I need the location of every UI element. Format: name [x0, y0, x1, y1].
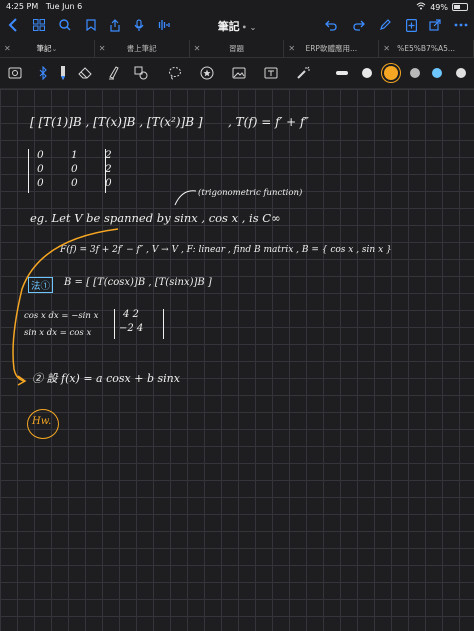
nav-bar: 筆記 • ⌄ [0, 14, 474, 38]
document-title[interactable]: 筆記 • ⌄ [200, 18, 274, 34]
grid-view-icon[interactable] [30, 16, 48, 34]
pen-tool-icon[interactable] [54, 64, 72, 82]
close-icon[interactable]: ✕ [4, 44, 11, 53]
scan-document-icon[interactable] [6, 64, 24, 82]
tab-exercises[interactable]: ✕ 習題 [190, 40, 285, 57]
wifi-icon [416, 2, 426, 12]
color-cyan-swatch[interactable] [432, 68, 442, 78]
undo-icon[interactable] [322, 16, 340, 34]
color-orange-swatch[interactable] [384, 66, 398, 80]
highlighter-icon[interactable] [104, 64, 122, 82]
status-date: Tue Jun 6 [45, 2, 83, 11]
note-canvas[interactable]: [ [T(1)]B , [T(x)]B , [T(x²)]B ] , T(f) … [0, 89, 474, 631]
edit-pen-icon[interactable] [376, 16, 394, 34]
share-icon[interactable] [106, 16, 124, 34]
homework-label: Hw. [32, 416, 52, 427]
tab-notes[interactable]: ✕ 筆記 ⌄ [0, 40, 95, 57]
color-gray-swatch[interactable] [410, 68, 420, 78]
tab-book-notes[interactable]: ✕ 書上筆記 [95, 40, 190, 57]
export-icon[interactable] [426, 16, 444, 34]
tab-encoded-file[interactable]: ✕ %E5%B7%A5... [379, 40, 474, 57]
chevron-down-icon: • ⌄ [241, 23, 257, 32]
chevron-down-icon: ⌄ [51, 44, 58, 53]
homework-marker: Hw. [27, 409, 59, 439]
color-light-swatch[interactable] [456, 68, 466, 78]
orange-arrow-annotation [12, 190, 197, 386]
eraser-icon[interactable] [76, 64, 94, 82]
sticker-icon[interactable] [198, 64, 216, 82]
redo-icon[interactable] [350, 16, 368, 34]
close-icon[interactable]: ✕ [99, 44, 106, 53]
tab-strip: ✕ 筆記 ⌄ ✕ 書上筆記 ✕ 習題 ✕ ERP軟體應用... ✕ %E5%B7%… [0, 40, 474, 58]
close-icon[interactable]: ✕ [194, 44, 201, 53]
audio-waveform-icon[interactable] [154, 16, 172, 34]
back-icon[interactable] [4, 16, 22, 34]
battery-icon [452, 3, 468, 11]
laser-pointer-icon[interactable] [294, 64, 312, 82]
image-icon[interactable] [230, 64, 248, 82]
add-page-icon[interactable] [402, 16, 420, 34]
status-bar: 4:25 PM Tue Jun 6 49% [0, 0, 474, 14]
bluetooth-stylus-icon[interactable] [34, 64, 52, 82]
close-icon[interactable]: ✕ [288, 44, 295, 53]
stroke-width-swatch[interactable] [336, 71, 348, 75]
microphone-icon[interactable] [130, 16, 148, 34]
status-time: 4:25 PM [6, 2, 39, 11]
drawing-toolbar [0, 58, 474, 89]
shapes-icon[interactable] [132, 64, 150, 82]
tab-erp[interactable]: ✕ ERP軟體應用... [284, 40, 380, 57]
color-white-swatch[interactable] [362, 68, 372, 78]
more-options-icon[interactable] [452, 16, 470, 34]
search-icon[interactable] [56, 16, 74, 34]
lasso-icon[interactable] [166, 64, 184, 82]
text-box-icon[interactable] [262, 64, 280, 82]
battery-percent: 49% [430, 2, 448, 12]
close-icon[interactable]: ✕ [383, 44, 390, 53]
bookmark-icon[interactable] [82, 16, 100, 34]
